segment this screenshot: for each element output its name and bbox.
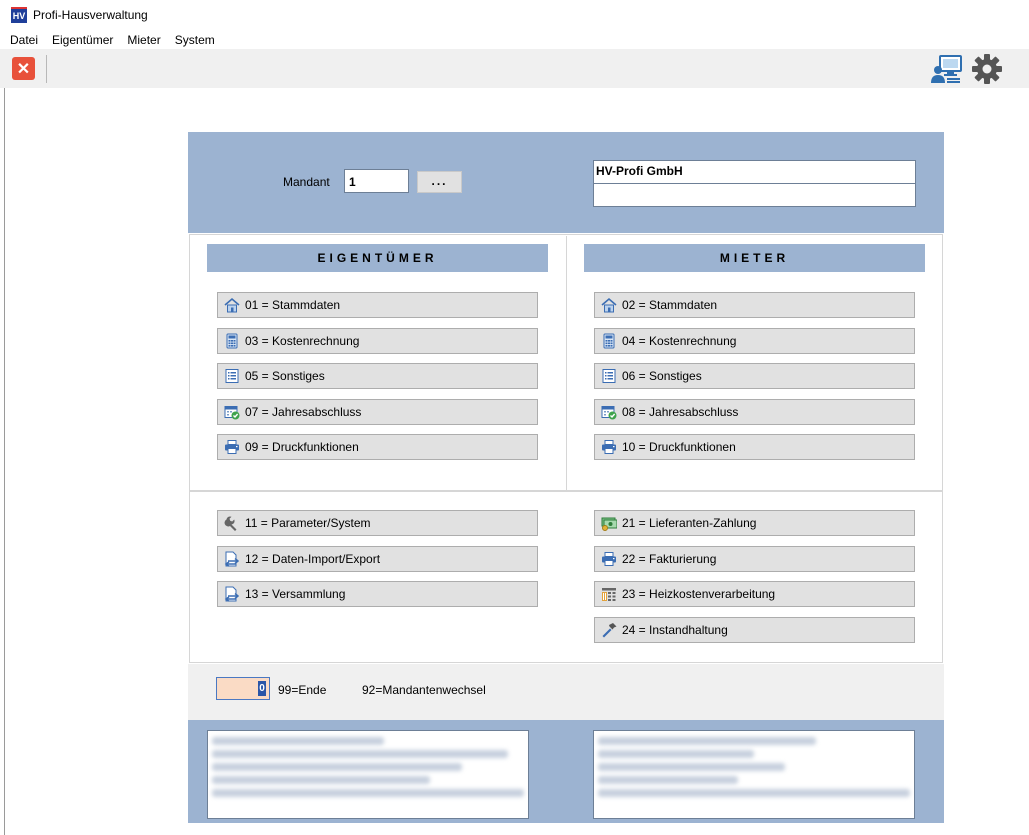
mandant-label: Mandant (283, 175, 330, 189)
button-label: 04 = Kostenrechnung (622, 334, 737, 348)
daten-import-export-button[interactable]: 12 = Daten-Import/Export (217, 546, 538, 572)
mieter-heading: MIETER (584, 244, 925, 272)
close-icon: ✕ (16, 60, 31, 78)
eigentuemer-jahresabschluss-button[interactable]: 07 = Jahresabschluss (217, 399, 538, 425)
info-box-left (207, 730, 529, 819)
file-transfer-icon (224, 551, 240, 567)
main-panel: Mandant 1 ... HV-Profi GmbH EIGENTÜMER M… (188, 132, 944, 823)
menu-system[interactable]: System (175, 33, 215, 47)
instandhaltung-button[interactable]: 24 = Instandhaltung (594, 617, 915, 643)
button-label: 10 = Druckfunktionen (622, 440, 736, 454)
menu-mieter[interactable]: Mieter (127, 33, 160, 47)
hint-mandantenwechsel: 92=Mandantenwechsel (362, 683, 486, 697)
command-bar: 0 99=Ende 92=Mandantenwechsel (188, 664, 944, 720)
eigentuemer-druckfunktionen-button[interactable]: 09 = Druckfunktionen (217, 434, 538, 460)
mieter-jahresabschluss-button[interactable]: 08 = Jahresabschluss (594, 399, 915, 425)
button-label: 21 = Lieferanten-Zahlung (622, 516, 757, 530)
mieter-stammdaten-button[interactable]: 02 = Stammdaten (594, 292, 915, 318)
menu-eigentuemer[interactable]: Eigentümer (52, 33, 113, 47)
fakturierung-button[interactable]: 22 = Fakturierung (594, 546, 915, 572)
menu-choice-input[interactable]: 0 (216, 677, 270, 700)
info-box-right (593, 730, 915, 819)
mieter-kostenrechnung-button[interactable]: 04 = Kostenrechnung (594, 328, 915, 354)
button-label: 22 = Fakturierung (622, 552, 717, 566)
info-band (188, 720, 944, 823)
eigentuemer-heading: EIGENTÜMER (207, 244, 548, 272)
button-label: 23 = Heizkostenverarbeitung (622, 587, 776, 601)
menu-bar: Datei Eigentümer Mieter System (0, 30, 1029, 49)
printer-icon (225, 440, 239, 454)
mieter-druckfunktionen-button[interactable]: 10 = Druckfunktionen (594, 434, 915, 460)
heizkostenverarbeitung-button[interactable]: 23 = Heizkostenverarbeitung (594, 581, 915, 607)
money-icon (601, 517, 617, 531)
heating-table-icon (602, 588, 616, 601)
calendar-check-icon (224, 406, 240, 420)
section-divider (189, 490, 943, 492)
file-transfer-icon (224, 586, 240, 602)
close-button[interactable]: ✕ (12, 57, 35, 80)
button-label: 06 = Sonstiges (622, 369, 702, 383)
app-logo-icon: HV (11, 7, 27, 23)
column-divider (566, 236, 567, 490)
button-label: 12 = Daten-Import/Export (245, 552, 381, 566)
button-label: 07 = Jahresabschluss (245, 405, 362, 419)
button-label: 24 = Instandhaltung (622, 623, 728, 637)
hammer-icon (602, 623, 617, 638)
button-label: 03 = Kostenrechnung (245, 334, 360, 348)
mieter-sonstiges-button[interactable]: 06 = Sonstiges (594, 363, 915, 389)
title-bar: HV Profi-Hausverwaltung (0, 0, 1029, 30)
button-label: 13 = Versammlung (245, 587, 346, 601)
toolbar: ✕ (0, 49, 1029, 88)
list-icon (225, 369, 239, 383)
hint-ende: 99=Ende (278, 683, 327, 697)
house-icon (224, 297, 240, 313)
mandant-header: Mandant 1 ... HV-Profi GmbH (188, 132, 944, 233)
eigentuemer-kostenrechnung-button[interactable]: 03 = Kostenrechnung (217, 328, 538, 354)
calendar-check-icon (601, 406, 617, 420)
printer-icon (602, 440, 616, 454)
calculator-icon (603, 333, 615, 349)
toolbar-separator (46, 55, 47, 83)
button-label: 08 = Jahresabschluss (622, 405, 739, 419)
button-label: 11 = Parameter/System (245, 516, 371, 530)
eigentuemer-stammdaten-button[interactable]: 01 = Stammdaten (217, 292, 538, 318)
firm-line2-field (593, 184, 916, 207)
parameter-system-button[interactable]: 11 = Parameter/System (217, 510, 538, 536)
remote-desktop-icon[interactable] (930, 53, 964, 85)
lieferanten-zahlung-button[interactable]: 21 = Lieferanten-Zahlung (594, 510, 915, 536)
menu-choice-value: 0 (258, 681, 266, 696)
calculator-icon (226, 333, 238, 349)
eigentuemer-sonstiges-button[interactable]: 05 = Sonstiges (217, 363, 538, 389)
button-label: 02 = Stammdaten (622, 298, 718, 312)
mandant-input[interactable]: 1 (344, 169, 409, 193)
button-label: 01 = Stammdaten (245, 298, 341, 312)
printer-icon (602, 552, 616, 566)
house-icon (601, 297, 617, 313)
window-left-border (4, 88, 5, 835)
gear-icon[interactable] (970, 53, 1004, 85)
list-icon (602, 369, 616, 383)
wrench-icon (224, 516, 237, 531)
window-title: Profi-Hausverwaltung (33, 8, 148, 22)
firm-name-field: HV-Profi GmbH (593, 160, 916, 184)
mandant-lookup-button[interactable]: ... (417, 171, 462, 193)
button-label: 05 = Sonstiges (245, 369, 325, 383)
versammlung-button[interactable]: 13 = Versammlung (217, 581, 538, 607)
menu-datei[interactable]: Datei (10, 33, 38, 47)
button-label: 09 = Druckfunktionen (245, 440, 359, 454)
